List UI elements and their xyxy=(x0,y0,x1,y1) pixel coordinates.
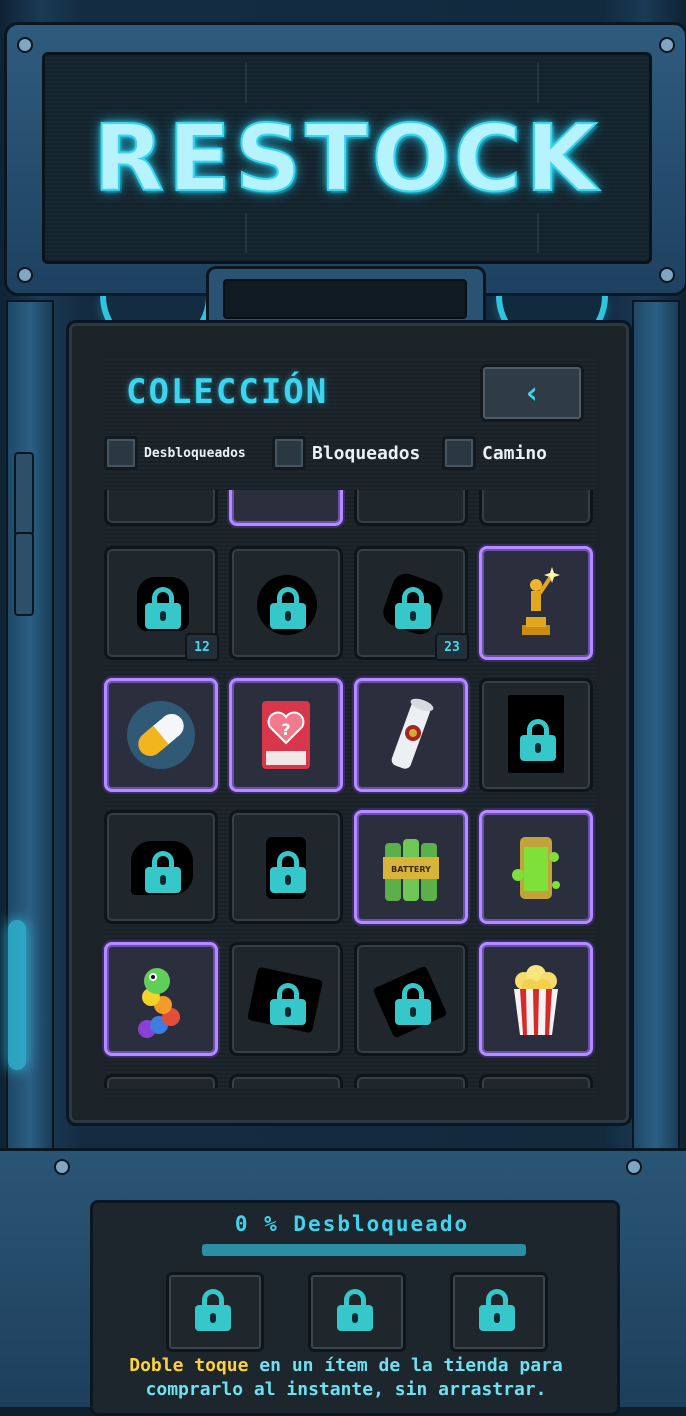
lock-icon xyxy=(270,851,306,893)
lock-icon xyxy=(395,983,431,1025)
golden-statue-trophy-icon xyxy=(522,567,560,635)
filter-checkbox[interactable] xyxy=(442,436,476,470)
chevron-left-icon: ‹ xyxy=(522,375,542,411)
progress-bar xyxy=(202,1244,526,1256)
svg-text:BATTERY: BATTERY xyxy=(391,865,431,874)
grid-cell-unlocked[interactable]: ? xyxy=(229,678,343,792)
grid-cell-locked[interactable] xyxy=(229,942,343,1056)
battery-pack-icon: BATTERY xyxy=(383,839,439,901)
grid-cell-locked[interactable] xyxy=(354,942,468,1056)
pill-capsule-icon xyxy=(127,701,195,769)
lock-icon xyxy=(520,719,556,761)
grid-cell-locked[interactable] xyxy=(229,546,343,660)
locked-bomb-icon xyxy=(479,1289,515,1331)
side-knob xyxy=(14,532,34,616)
grid-cell-locked[interactable]: 23 xyxy=(354,546,469,661)
grid-cell-unlocked[interactable] xyxy=(479,942,593,1056)
popcorn-bucket-icon xyxy=(514,965,558,1035)
lock-icon xyxy=(270,983,306,1025)
lock-icon xyxy=(145,587,181,629)
circuit-lines xyxy=(245,63,539,103)
bolt xyxy=(659,267,675,283)
filter-checkbox[interactable] xyxy=(104,436,138,470)
bolt xyxy=(17,267,33,283)
circuit-lines xyxy=(245,213,539,253)
grid-cell[interactable] xyxy=(229,1074,343,1088)
grid-cell[interactable] xyxy=(354,490,468,526)
collection-grid[interactable]: 12 23 ? BATTERY xyxy=(96,490,596,1088)
locked-box-icon xyxy=(195,1289,231,1331)
count-badge: 23 xyxy=(435,633,469,661)
grid-cell-unlocked[interactable] xyxy=(104,942,218,1056)
grid-cell[interactable] xyxy=(354,1074,468,1088)
count-badge: 12 xyxy=(185,633,219,661)
lock-icon xyxy=(145,851,181,893)
progress-label: 0 % Desbloqueado xyxy=(234,1212,470,1236)
lock-icon xyxy=(270,587,306,629)
filter-unlocked[interactable]: Desbloqueados xyxy=(104,436,246,470)
filter-label: Desbloqueados xyxy=(144,445,246,461)
category-button-bomb[interactable] xyxy=(450,1272,548,1352)
bolt xyxy=(17,37,33,53)
grid-cell-unlocked[interactable]: BATTERY xyxy=(354,810,468,924)
locked-magnifier-icon xyxy=(337,1289,373,1331)
filter-checkbox[interactable] xyxy=(272,436,306,470)
side-knob xyxy=(14,452,34,536)
logo-screen: RESTOCK xyxy=(42,52,652,264)
collection-title: COLECCIÓN xyxy=(126,372,329,412)
game-logo: RESTOCK xyxy=(92,104,601,213)
right-side-rail xyxy=(632,300,680,1184)
grid-cell-locked[interactable]: 12 xyxy=(104,546,219,661)
svg-text:?: ? xyxy=(281,720,290,739)
grid-cell[interactable] xyxy=(479,1074,593,1088)
bolt xyxy=(659,37,675,53)
category-button-box[interactable] xyxy=(166,1272,264,1352)
grid-cell-unlocked[interactable] xyxy=(479,546,593,660)
grid-cell[interactable] xyxy=(104,490,218,526)
toxic-battery-icon xyxy=(512,837,560,899)
grid-cell[interactable] xyxy=(229,490,343,526)
hint-highlight: Doble toque xyxy=(129,1355,249,1376)
side-glow-light xyxy=(8,920,26,1070)
grid-cell-locked[interactable] xyxy=(479,678,593,792)
grid-cell-unlocked[interactable] xyxy=(354,678,468,792)
rainbow-worm-icon xyxy=(138,968,180,1038)
hint-text: Doble toque en un ítem de la tienda para… xyxy=(96,1354,596,1402)
grid-cell[interactable] xyxy=(104,1074,218,1088)
bolt xyxy=(54,1159,70,1175)
grid-cell[interactable] xyxy=(479,490,593,526)
filter-locked[interactable]: Bloqueados xyxy=(272,436,420,470)
hint-line2: comprarlo al instante, sin arrastrar. xyxy=(145,1379,547,1400)
scroll-with-seal-icon xyxy=(391,698,434,769)
category-button-magnifier[interactable] xyxy=(308,1272,406,1352)
filter-label: Camino xyxy=(482,442,548,464)
grid-cell-locked[interactable] xyxy=(104,810,218,924)
grid-cell-unlocked[interactable] xyxy=(104,678,218,792)
grid-cell-locked[interactable] xyxy=(229,810,343,924)
filter-label: Bloqueados xyxy=(312,442,421,464)
grid-cell-unlocked[interactable] xyxy=(479,810,593,924)
lock-icon xyxy=(395,587,431,629)
bolt xyxy=(626,1159,642,1175)
back-button[interactable]: ‹ xyxy=(480,364,584,422)
filter-path[interactable]: Camino xyxy=(442,436,547,470)
heart-card-pack-icon: ? xyxy=(262,701,310,769)
hint-line1: en un ítem de la tienda para xyxy=(248,1355,563,1376)
